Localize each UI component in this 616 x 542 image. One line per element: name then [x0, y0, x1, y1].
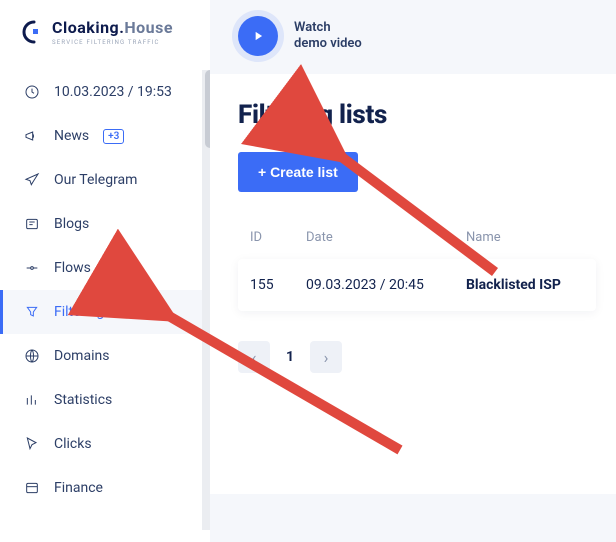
banner-line1: Watch — [294, 20, 362, 36]
page-content: Filtering lists + Create list ID Date Na… — [210, 74, 616, 494]
globe-icon — [24, 348, 40, 364]
sidebar-item-label: Our Telegram — [54, 172, 137, 188]
sidebar-item-label: Finance — [54, 480, 103, 496]
sidebar-item-domains[interactable]: Domains — [0, 334, 210, 378]
sidebar-nav: 10.03.2023 / 19:53 News +3 Our Telegram … — [0, 70, 210, 510]
table-header: ID Date Name — [238, 222, 596, 253]
th-name: Name — [466, 230, 584, 245]
sidebar-item-label: Statistics — [54, 392, 112, 408]
cell-date: 09.03.2023 / 20:45 — [306, 277, 466, 293]
table-row[interactable]: 155 09.03.2023 / 20:45 Blacklisted ISP — [238, 259, 596, 311]
brand-name-left: Cloaking. — [52, 18, 124, 37]
pagination: ‹ 1 › — [238, 341, 596, 373]
brand-logo: Cloaking.House SERVICE FILTERING TRAFFIC — [0, 18, 210, 64]
pager-current: 1 — [280, 349, 300, 365]
sidebar-item-filtering-lists[interactable]: Filtering lists — [0, 290, 210, 334]
sidebar-item-label: Filtering lists — [54, 304, 134, 320]
filtering-table: ID Date Name 155 09.03.2023 / 20:45 Blac… — [238, 222, 596, 311]
create-list-button[interactable]: + Create list — [238, 152, 358, 192]
blog-icon — [24, 216, 40, 232]
sidebar-item-label: News — [54, 128, 89, 144]
sidebar-item-label: Flows — [54, 260, 91, 276]
sidebar-item-telegram[interactable]: Our Telegram — [0, 158, 210, 202]
logo-icon — [18, 19, 44, 45]
sidebar-item-flows[interactable]: Flows — [0, 246, 210, 290]
chart-icon — [24, 392, 40, 408]
play-icon[interactable] — [238, 16, 278, 56]
sidebar-item-statistics[interactable]: Statistics — [0, 378, 210, 422]
flows-icon — [24, 260, 40, 276]
telegram-icon — [24, 172, 40, 188]
brand-name-right: House — [124, 18, 173, 37]
sidebar-item-label: Domains — [54, 348, 109, 364]
cursor-icon — [24, 436, 40, 452]
page-title: Filtering lists — [238, 100, 596, 130]
pager-prev-button[interactable]: ‹ — [238, 341, 270, 373]
th-date: Date — [306, 230, 466, 245]
sidebar: Cloaking.House SERVICE FILTERING TRAFFIC… — [0, 0, 210, 542]
brand-tagline: SERVICE FILTERING TRAFFIC — [52, 39, 173, 46]
finance-icon — [24, 480, 40, 496]
banner-line2: demo video — [294, 36, 362, 52]
sidebar-item-blogs[interactable]: Blogs — [0, 202, 210, 246]
chevron-left-icon: ‹ — [252, 348, 257, 367]
sidebar-item-finance[interactable]: Finance — [0, 466, 210, 510]
cell-id: 155 — [250, 277, 306, 293]
demo-banner-text: Watch demo video — [294, 20, 362, 51]
chevron-right-icon: › — [324, 348, 329, 367]
sidebar-datetime: 10.03.2023 / 19:53 — [0, 70, 210, 114]
demo-banner[interactable]: Watch demo video — [210, 0, 616, 74]
cell-name: Blacklisted ISP — [466, 277, 584, 293]
sidebar-item-label: Blogs — [54, 216, 89, 232]
sidebar-item-news[interactable]: News +3 — [0, 114, 210, 158]
th-id: ID — [250, 230, 306, 245]
megaphone-icon — [24, 128, 40, 144]
sidebar-item-label: Clicks — [54, 436, 92, 452]
main: Watch demo video Filtering lists + Creat… — [210, 0, 616, 542]
datetime-text: 10.03.2023 / 19:53 — [54, 84, 172, 100]
sidebar-item-clicks[interactable]: Clicks — [0, 422, 210, 466]
filter-icon — [24, 304, 40, 320]
brand-text: Cloaking.House SERVICE FILTERING TRAFFIC — [52, 18, 173, 46]
clock-icon — [24, 84, 40, 100]
pager-next-button[interactable]: › — [310, 341, 342, 373]
news-badge: +3 — [103, 129, 124, 144]
